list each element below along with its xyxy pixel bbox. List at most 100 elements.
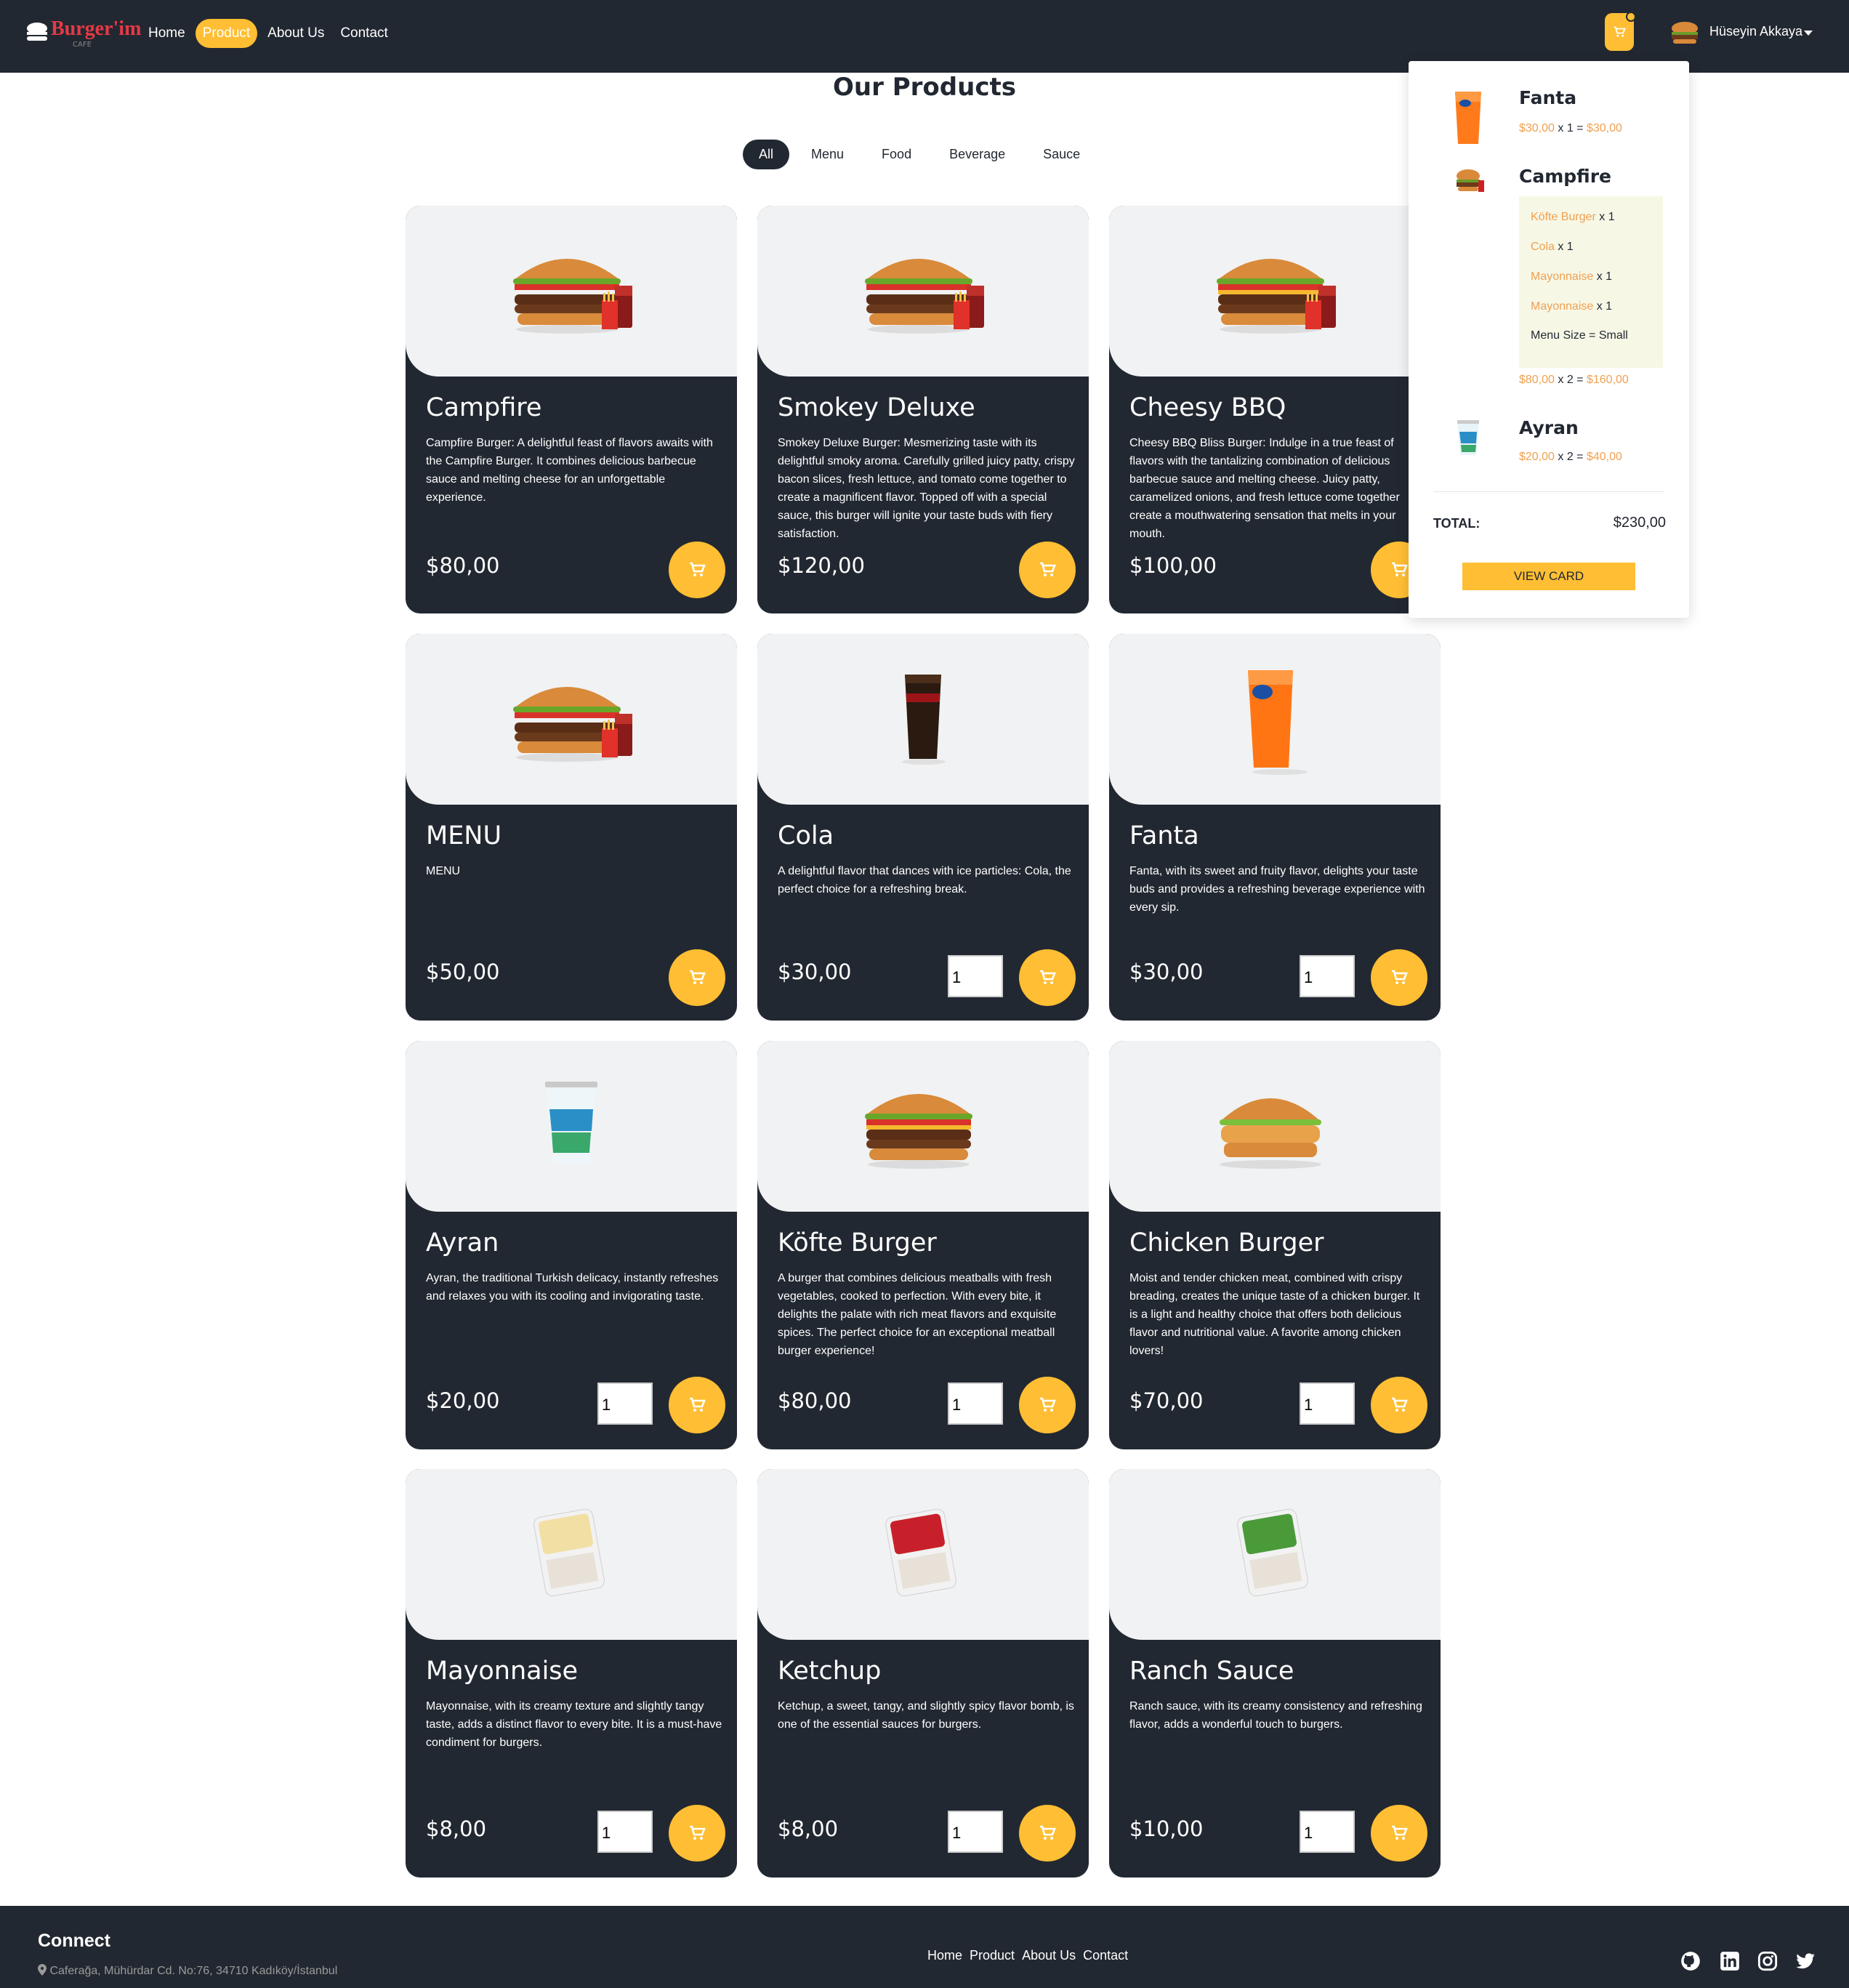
add-to-cart-button[interactable] (669, 1377, 725, 1433)
product-card: Cheesy BBQ Cheesy BBQ Bliss Burger: Indul… (1109, 206, 1441, 613)
quantity-input[interactable]: 1 (1300, 1811, 1355, 1853)
quantity-input[interactable]: 1 (948, 1383, 1003, 1425)
filter-beverage[interactable]: Beverage (933, 140, 1021, 169)
burger-menu-image (406, 206, 737, 377)
cart-icon (690, 1397, 706, 1412)
product-title: MENU (426, 821, 502, 850)
add-to-cart-button[interactable] (1371, 949, 1427, 1006)
product-title: Chicken Burger (1129, 1228, 1324, 1257)
add-to-cart-button[interactable] (1019, 542, 1076, 598)
cart-icon (1040, 1825, 1056, 1840)
quantity-input[interactable]: 1 (948, 1811, 1003, 1853)
product-title: Cheesy BBQ (1129, 393, 1286, 422)
product-card: Köfte Burger A burger that combines delic… (757, 1041, 1089, 1449)
product-title: Ketchup (778, 1657, 882, 1686)
user-name[interactable]: Hüseyin Akkaya (1709, 24, 1802, 39)
logo-subtext: CAFE (73, 41, 92, 49)
menu-size: Menu Size = Small (1531, 329, 1628, 342)
add-to-cart-button[interactable] (669, 1805, 725, 1862)
nav-about-us[interactable]: About Us (262, 20, 330, 47)
burger-menu-image (1457, 169, 1484, 192)
product-title: Ranch Sauce (1129, 1657, 1294, 1686)
product-description: A delightful flavor that dances with ice… (778, 865, 1071, 896)
twitter-icon[interactable] (1795, 1951, 1816, 1971)
add-to-cart-button[interactable] (669, 542, 725, 598)
cart-icon (1614, 26, 1626, 37)
product-description: Campfire Burger: A delightful feast of f… (426, 437, 713, 504)
burger-image (757, 1041, 1089, 1212)
nav-product[interactable]: Product (195, 19, 258, 48)
cart-badge (1626, 12, 1636, 22)
footer-nav-home[interactable]: Home (927, 1948, 962, 1963)
product-description: MENU (426, 865, 461, 877)
quantity-input[interactable]: 1 (1300, 955, 1355, 997)
quantity-input[interactable]: 1 (597, 1811, 653, 1853)
divider (1433, 491, 1664, 492)
footer-nav-product[interactable]: Product (970, 1948, 1015, 1963)
footer-nav-contact[interactable]: Contact (1083, 1948, 1128, 1963)
product-title: Fanta (1129, 821, 1199, 850)
burger-logo-icon (27, 23, 47, 41)
product-card: Chicken Burger Moist and tender chicken m… (1109, 1041, 1441, 1449)
fanta-glass-image (1109, 634, 1441, 805)
product-description: Mayonnaise, with its creamy texture and … (426, 1700, 722, 1749)
product-description: Smokey Deluxe Burger: Mesmerizing taste … (778, 437, 1075, 540)
mini-cart-dropdown: Fanta $30,00 x 1 = $30,00 Campfire Köfte… (1409, 61, 1689, 618)
filter-all[interactable]: All (743, 140, 790, 169)
add-to-cart-button[interactable] (1371, 1805, 1427, 1862)
footer-connect-heading: Connect (38, 1931, 110, 1951)
quantity-input[interactable]: 1 (948, 955, 1003, 997)
product-price: $80,00 (426, 553, 500, 578)
product-card: MENU MENU $50,00 (406, 634, 737, 1021)
product-description: Ayran, the traditional Turkish delicacy,… (426, 1272, 719, 1303)
filter-food[interactable]: Food (866, 140, 927, 169)
fanta-glass-image (1455, 92, 1481, 144)
footer-address: Caferağa, Mühürdar Cd. No:76, 34710 Kadı… (38, 1964, 337, 1978)
filter-sauce[interactable]: Sauce (1027, 140, 1096, 169)
add-to-cart-button[interactable] (669, 949, 725, 1006)
product-description: Ranch sauce, with its creamy consistency… (1129, 1700, 1422, 1731)
product-title: Campfire (426, 393, 542, 422)
product-price: $20,00 (426, 1388, 500, 1413)
product-description: A burger that combines delicious meatbal… (778, 1272, 1057, 1357)
quantity-input[interactable]: 1 (1300, 1383, 1355, 1425)
product-card: Fanta Fanta, with its sweet and fruity fl… (1109, 634, 1441, 1021)
menu-subitem: Mayonnaise x 1 (1531, 300, 1613, 313)
product-title: Ayran (426, 1228, 499, 1257)
quantity-input[interactable]: 1 (597, 1383, 653, 1425)
product-title: Mayonnaise (426, 1657, 579, 1686)
cart-icon (690, 1825, 706, 1840)
cart-icon (690, 562, 706, 576)
nav-contact[interactable]: Contact (334, 20, 393, 47)
github-icon[interactable] (1680, 1951, 1701, 1971)
linkedin-icon[interactable] (1720, 1951, 1740, 1971)
filter-menu[interactable]: Menu (795, 140, 860, 169)
nav-home[interactable]: Home (142, 20, 191, 47)
add-to-cart-button[interactable] (1019, 1377, 1076, 1433)
add-to-cart-button[interactable] (1371, 1377, 1427, 1433)
location-pin-icon (38, 1964, 47, 1976)
mini-cart-item-price: $80,00 x 2 = $160,00 (1519, 374, 1629, 386)
product-description: Fanta, with its sweet and fruity flavor,… (1129, 865, 1425, 914)
view-card-button[interactable]: VIEW CARD (1462, 563, 1635, 590)
product-card: Ketchup Ketchup, a sweet, tangy, and slig… (757, 1469, 1089, 1878)
product-description: Ketchup, a sweet, tangy, and slightly sp… (778, 1700, 1074, 1731)
menu-subitem: Mayonnaise x 1 (1531, 270, 1613, 283)
chicken-burger-image (1109, 1041, 1441, 1212)
footer-nav-about-us[interactable]: About Us (1022, 1948, 1076, 1963)
cart-icon (1392, 1397, 1408, 1412)
chevron-down-icon[interactable] (1804, 31, 1813, 36)
product-description: Moist and tender chicken meat, combined … (1129, 1272, 1420, 1357)
instagram-icon[interactable] (1757, 1951, 1778, 1971)
logo-text: Burger'im (51, 17, 142, 40)
product-price: $30,00 (778, 959, 852, 984)
product-price: $120,00 (778, 553, 865, 578)
add-to-cart-button[interactable] (1019, 1805, 1076, 1862)
total-value: $230,00 (1613, 515, 1666, 531)
sauce-packet-image (1109, 1469, 1441, 1640)
footer: Connect Caferağa, Mühürdar Cd. No:76, 34… (0, 1906, 1849, 1988)
mini-cart-item-name: Fanta (1519, 87, 1577, 108)
add-to-cart-button[interactable] (1019, 949, 1076, 1006)
product-card: Cola A delightful flavor that dances with… (757, 634, 1089, 1021)
user-avatar[interactable] (1670, 20, 1699, 45)
